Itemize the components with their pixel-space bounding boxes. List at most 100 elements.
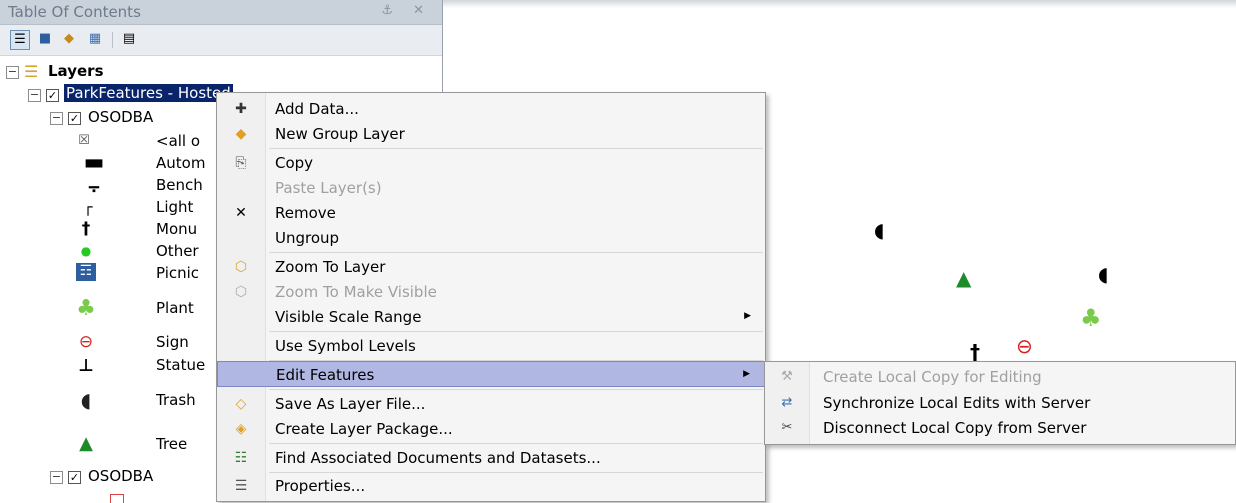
- synchronize-icon: ⇄: [781, 395, 793, 410]
- sublayer-visibility-checkbox[interactable]: ✓: [68, 471, 81, 484]
- sublayer-visibility-checkbox[interactable]: ✓: [68, 112, 81, 125]
- menu-item-save-as-layer-file[interactable]: ◇ Save As Layer File...: [217, 391, 765, 417]
- legend-label: Trash: [156, 391, 196, 409]
- properties-icon: ☰: [234, 478, 248, 494]
- menu-item-label: Visible Scale Range: [275, 308, 422, 326]
- legend-label: Plant: [156, 299, 194, 317]
- add-data-icon: ✚: [235, 101, 247, 117]
- trash-map-icon: ◖: [874, 218, 885, 242]
- menu-item-label: Disconnect Local Copy from Server: [823, 419, 1087, 437]
- list-by-source-icon[interactable]: ■: [36, 30, 54, 48]
- submenu-item-disconnect[interactable]: ✂ Disconnect Local Copy from Server: [765, 415, 1235, 441]
- collapse-toggle[interactable]: −: [50, 112, 63, 125]
- find-documents-icon: ☷: [234, 450, 248, 466]
- menu-item-properties[interactable]: ☰ Properties...: [217, 473, 765, 499]
- zoom-to-layer-icon: ⬡: [234, 259, 248, 275]
- menu-item-copy[interactable]: ⎘ Copy: [217, 150, 765, 176]
- menu-separator: [269, 252, 763, 253]
- submenu-item-synchronize[interactable]: ⇄ Synchronize Local Edits with Server: [765, 390, 1235, 416]
- menu-item-create-layer-package[interactable]: ◈ Create Layer Package...: [217, 416, 765, 442]
- menu-item-use-symbol-levels[interactable]: Use Symbol Levels: [217, 333, 765, 359]
- legend-label: Light: [156, 198, 194, 216]
- menu-item-label: Zoom To Make Visible: [275, 283, 437, 301]
- submenu-arrow-icon: ▶: [743, 369, 750, 379]
- layer-package-icon: ◈: [235, 421, 247, 437]
- toolbar-divider: [112, 32, 113, 48]
- menu-item-edit-features[interactable]: Edit Features ▶: [217, 361, 765, 387]
- all-other-values-icon: ☒: [78, 133, 90, 148]
- tree-map-icon: ▲: [956, 266, 972, 290]
- menu-item-label: Ungroup: [275, 229, 340, 247]
- edit-features-submenu: ⚒ Create Local Copy for Editing ⇄ Synchr…: [764, 361, 1236, 445]
- list-by-drawing-order-icon[interactable]: ☰: [10, 30, 30, 50]
- menu-item-new-group-layer[interactable]: ◆ New Group Layer: [217, 121, 765, 147]
- submenu-item-create-local-copy[interactable]: ⚒ Create Local Copy for Editing: [765, 364, 1235, 390]
- trash-map-icon: ◖: [1098, 262, 1109, 286]
- legend-label: Picnic: [156, 264, 200, 282]
- toc-toolbar: ☰ ■ ◆ ▦ ▤: [0, 25, 442, 56]
- copy-icon: ⎘: [235, 155, 247, 171]
- menu-item-label: New Group Layer: [275, 125, 405, 143]
- save-layer-file-icon: ◇: [235, 396, 247, 412]
- toc-title-bar: Table Of Contents ⚓ ✕: [0, 0, 442, 25]
- collapse-toggle[interactable]: −: [28, 89, 41, 102]
- sign-map-icon: ⊖: [1016, 334, 1033, 358]
- menu-item-remove[interactable]: ✕ Remove: [217, 200, 765, 226]
- zoom-to-make-visible-icon: ⬡: [234, 284, 248, 300]
- layer-context-menu: ✚ Add Data... ◆ New Group Layer ⎘ Copy P…: [216, 92, 766, 502]
- legend-label: Statue: [156, 356, 206, 374]
- menu-item-label: Use Symbol Levels: [275, 337, 416, 355]
- statue-icon: ⊥: [78, 356, 94, 376]
- sign-icon: ⊖: [78, 332, 94, 352]
- collapse-toggle[interactable]: −: [6, 66, 19, 79]
- menu-separator: [269, 443, 763, 444]
- trash-icon: ◖: [80, 388, 92, 412]
- menu-item-paste-layers[interactable]: Paste Layer(s): [217, 175, 765, 201]
- plant-map-icon: ♣: [1080, 304, 1102, 332]
- menu-separator: [269, 148, 763, 149]
- menu-item-add-data[interactable]: ✚ Add Data...: [217, 96, 765, 122]
- menu-item-ungroup[interactable]: Ungroup: [217, 225, 765, 251]
- bench-icon: ⨪: [88, 173, 100, 197]
- sublayer-label: OSODBA: [88, 108, 154, 126]
- legend-label: Bench: [156, 176, 203, 194]
- layer-visibility-checkbox[interactable]: ✓: [46, 89, 59, 102]
- menu-item-find-associated-documents[interactable]: ☷ Find Associated Documents and Datasets…: [217, 445, 765, 471]
- list-by-visibility-icon[interactable]: ◆: [60, 30, 78, 48]
- parkfeatures-layer-label[interactable]: ParkFeatures - Hosted: [64, 84, 233, 102]
- legend-label: Tree: [156, 435, 188, 453]
- disconnect-icon: ✂: [781, 420, 793, 435]
- menu-item-visible-scale-range[interactable]: Visible Scale Range ▶: [217, 304, 765, 330]
- legend-label: Sign: [156, 333, 189, 351]
- legend-label: Monu: [156, 220, 198, 238]
- plant-icon: ♣: [76, 296, 96, 321]
- menu-item-zoom-to-make-visible[interactable]: ⬡ Zoom To Make Visible: [217, 279, 765, 305]
- layers-label: Layers: [48, 62, 104, 80]
- menu-item-zoom-to-layer[interactable]: ⬡ Zoom To Layer: [217, 254, 765, 280]
- list-by-selection-icon[interactable]: ▦: [86, 30, 104, 48]
- legend-label: <all o: [156, 132, 201, 150]
- menu-item-label: Synchronize Local Edits with Server: [823, 394, 1091, 412]
- toc-window-buttons[interactable]: ⚓ ✕: [381, 3, 432, 18]
- menu-item-label: Copy: [275, 154, 314, 172]
- menu-item-label: Save As Layer File...: [275, 395, 426, 413]
- picnic-table-icon: ☶: [76, 263, 96, 281]
- menu-item-label: Remove: [275, 204, 336, 222]
- tree-icon: ▲: [79, 433, 93, 454]
- legend-label: Other: [156, 242, 199, 260]
- menu-separator: [269, 389, 763, 390]
- collapse-toggle[interactable]: −: [50, 471, 63, 484]
- menu-item-label: Create Local Copy for Editing: [823, 368, 1042, 386]
- menu-item-label: Find Associated Documents and Datasets..…: [275, 449, 601, 467]
- remove-icon: ✕: [235, 205, 247, 221]
- menu-item-label: Paste Layer(s): [275, 179, 382, 197]
- other-dot-icon: ●: [80, 244, 92, 258]
- light-icon: ┌: [83, 198, 93, 216]
- menu-item-label: Create Layer Package...: [275, 420, 453, 438]
- sublayer-label: OSODBA: [88, 467, 154, 485]
- map-top-border: [442, 0, 1236, 8]
- layers-folder-icon: ☰: [24, 62, 39, 81]
- options-icon[interactable]: ▤: [120, 30, 138, 48]
- new-group-layer-icon: ◆: [235, 126, 247, 142]
- automobile-icon: ▬: [83, 150, 105, 175]
